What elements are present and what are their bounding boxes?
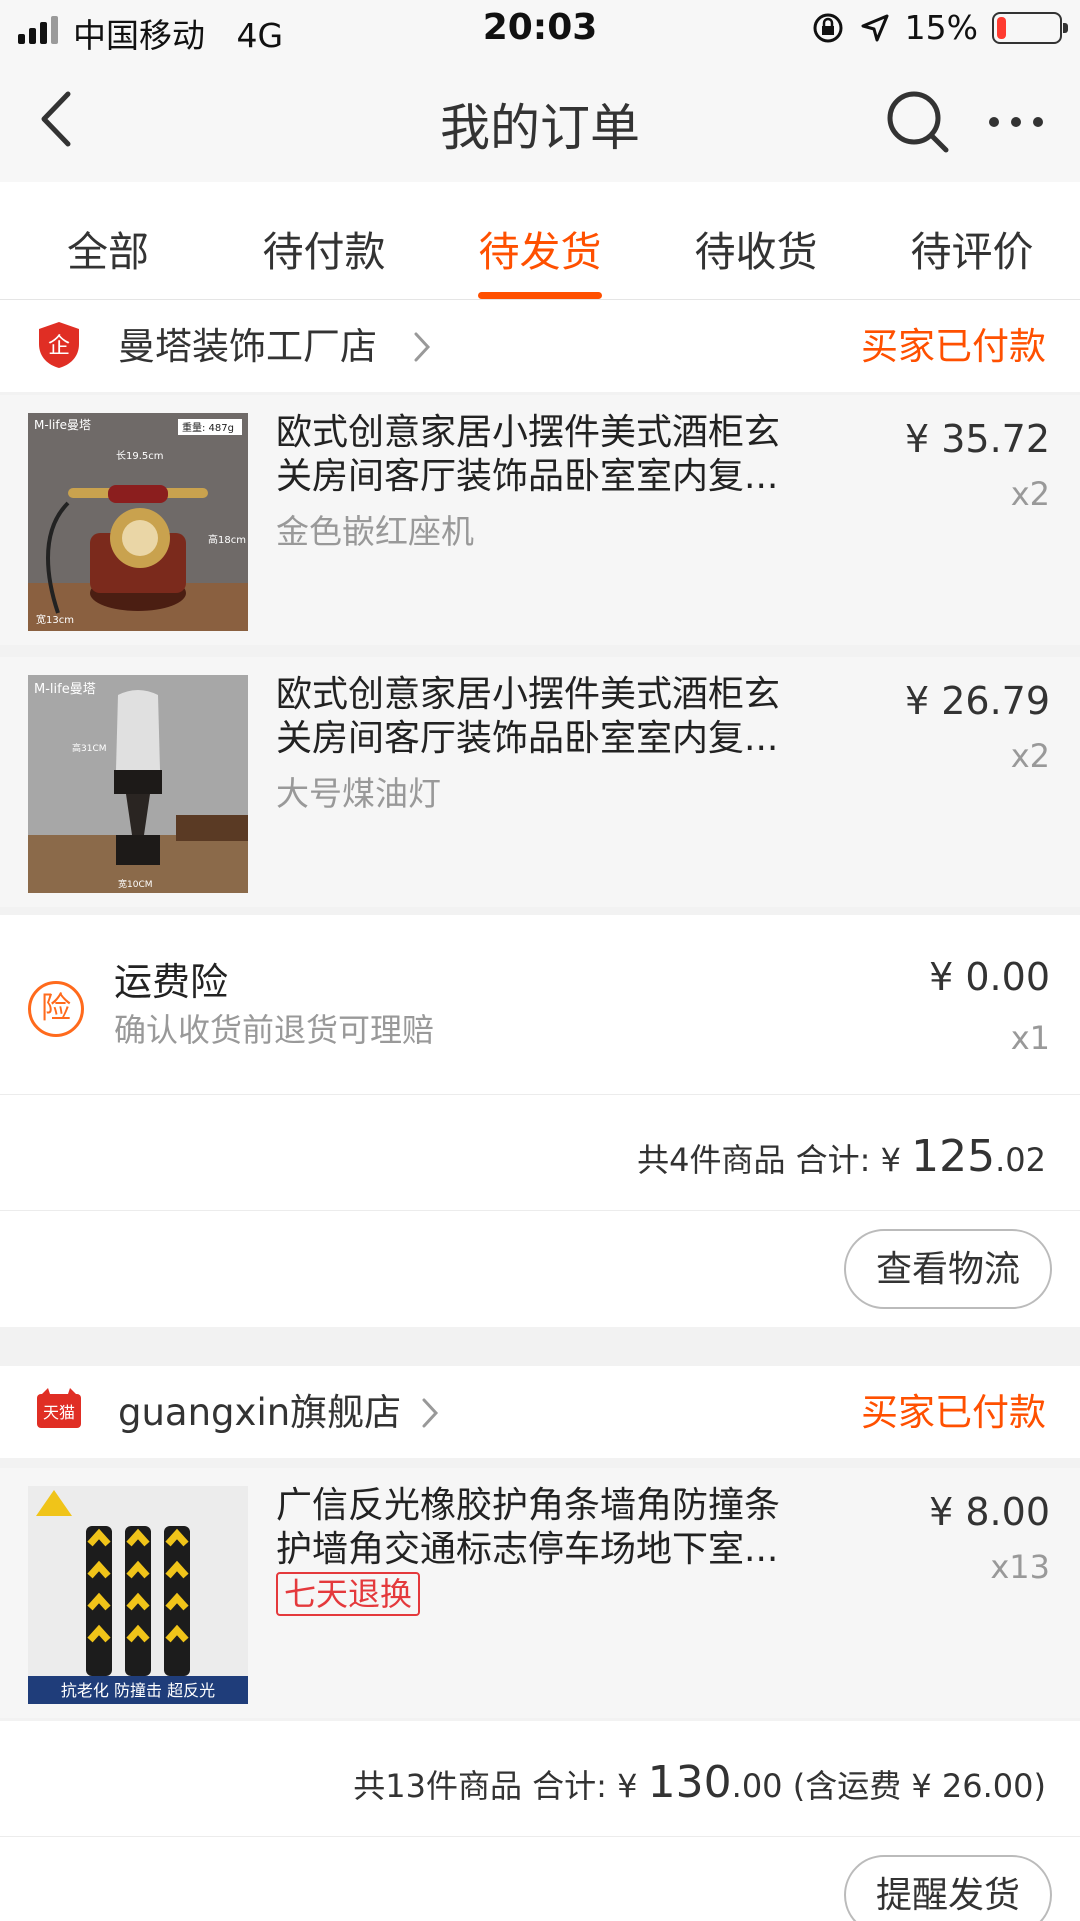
product-quantity: x2 xyxy=(1010,475,1050,513)
product-title[interactable]: 欧式创意家居小摆件美式酒柜玄 关房间客厅装饰品卧室室内复... xyxy=(276,673,816,761)
svg-text:长19.5cm: 长19.5cm xyxy=(116,450,164,462)
tab-pending-shipment[interactable]: 待发货 xyxy=(432,182,648,299)
insurance-price: ¥ 0.00 xyxy=(929,955,1050,999)
order-status: 买家已付款 xyxy=(861,325,1046,368)
product-title[interactable]: 欧式创意家居小摆件美式酒柜玄 关房间客厅装饰品卧室室内复... xyxy=(276,411,816,499)
shipping-insurance-row: 险 运费险 确认收货前退货可理赔 ¥ 0.00 x1 xyxy=(0,915,1080,1095)
product-image[interactable]: 抗老化 防撞击 超反光 xyxy=(28,1486,248,1704)
product-title[interactable]: 广信反光橡胶护角条墙角防撞条 护墙角交通标志停车场地下室... xyxy=(276,1484,816,1572)
shop-name[interactable]: 曼塔装饰工厂店 xyxy=(118,316,377,370)
svg-text:宽13cm: 宽13cm xyxy=(36,613,74,626)
status-right: 15% xyxy=(811,8,1068,47)
product-sku: 大号煤油灯 xyxy=(276,774,441,813)
nav-bar: 我的订单 xyxy=(0,58,1080,182)
product-image[interactable]: M-life曼塔 重量: 487g 长19.5cm 高18cm 宽13cm xyxy=(28,413,248,631)
seven-day-return-badge: 七天退换 xyxy=(276,1572,421,1616)
battery-icon xyxy=(992,11,1068,44)
insurance-icon: 险 xyxy=(28,981,84,1037)
product-sku: 金色嵌红座机 xyxy=(276,512,474,551)
order-action-row: 提醒发货 xyxy=(0,1837,1080,1921)
svg-text:高18cm: 高18cm xyxy=(208,533,246,546)
tmall-icon: 天猫 xyxy=(37,1388,81,1428)
order-item[interactable]: 抗老化 防撞击 超反光 广信反光橡胶护角条墙角防撞条 护墙角交通标志停车场地下室… xyxy=(0,1468,1080,1718)
svg-text:高31CM: 高31CM xyxy=(72,742,107,754)
product-image[interactable]: M-life曼塔 高31CM 宽10CM xyxy=(28,675,248,893)
svg-text:M-life曼塔: M-life曼塔 xyxy=(34,682,96,697)
search-icon[interactable] xyxy=(884,88,954,158)
view-logistics-button[interactable]: 查看物流 xyxy=(843,1229,1052,1309)
product-price: ¥ 35.72 xyxy=(904,417,1050,461)
order-total-row: 共13件商品 合计: ¥ 130.00 (含运费 ¥ 26.00) xyxy=(0,1721,1080,1837)
svg-text:重量: 487g: 重量: 487g xyxy=(182,421,234,434)
chevron-right-icon xyxy=(414,332,431,362)
tab-all[interactable]: 全部 xyxy=(0,182,216,299)
svg-text:宽10CM: 宽10CM xyxy=(118,878,153,890)
rotation-lock-icon xyxy=(813,13,843,42)
order-status: 买家已付款 xyxy=(861,1391,1046,1434)
remind-shipment-button[interactable]: 提醒发货 xyxy=(843,1855,1052,1921)
chevron-right-icon xyxy=(422,1398,439,1428)
tab-pending-payment[interactable]: 待付款 xyxy=(216,182,432,299)
shop-name[interactable]: guangxin旗舰店 xyxy=(118,1382,401,1436)
product-quantity: x2 xyxy=(1010,737,1050,775)
insurance-desc: 确认收货前退货可理赔 xyxy=(114,1011,435,1049)
product-quantity: x13 xyxy=(990,1548,1050,1586)
order-item[interactable]: M-life曼塔 高31CM 宽10CM 欧式创意家居小摆件美式酒柜玄 关房间客… xyxy=(0,657,1080,907)
order-action-row: 查看物流 xyxy=(0,1211,1080,1327)
order-total: 共13件商品 合计: ¥ 130.00 (含运费 ¥ 26.00) xyxy=(353,1757,1046,1808)
tab-pending-review[interactable]: 待评价 xyxy=(864,182,1080,299)
product-price: ¥ 26.79 xyxy=(904,679,1050,723)
svg-text:企: 企 xyxy=(48,334,70,359)
battery-percent: 15% xyxy=(904,8,978,47)
shop-header[interactable]: 天猫 guangxin旗舰店 买家已付款 xyxy=(0,1366,1080,1458)
more-dots-icon[interactable] xyxy=(986,102,1046,142)
status-bar: 中国移动 4G 20:03 15% xyxy=(0,0,1080,58)
insurance-quantity: x1 xyxy=(1010,1019,1050,1057)
product-price: ¥ 8.00 xyxy=(929,1490,1050,1534)
location-arrow-icon xyxy=(861,14,889,41)
shop-header[interactable]: 企 曼塔装饰工厂店 买家已付款 xyxy=(0,300,1080,392)
tab-pending-receipt[interactable]: 待收货 xyxy=(648,182,864,299)
enterprise-shield-icon: 企 xyxy=(39,322,79,368)
order-tabs: 全部 待付款 待发货 待收货 待评价 xyxy=(0,182,1080,300)
order-total-row: 共4件商品 合计: ¥ 125.02 xyxy=(0,1095,1080,1211)
svg-text:M-life曼塔: M-life曼塔 xyxy=(34,418,91,432)
insurance-title: 运费险 xyxy=(114,960,229,1004)
svg-text:抗老化 防撞击 超反光: 抗老化 防撞击 超反光 xyxy=(61,1681,215,1700)
order-item[interactable]: M-life曼塔 重量: 487g 长19.5cm 高18cm 宽13cm 欧式… xyxy=(0,395,1080,645)
svg-text:天猫: 天猫 xyxy=(43,1403,75,1422)
order-total: 共4件商品 合计: ¥ 125.02 xyxy=(637,1131,1046,1182)
